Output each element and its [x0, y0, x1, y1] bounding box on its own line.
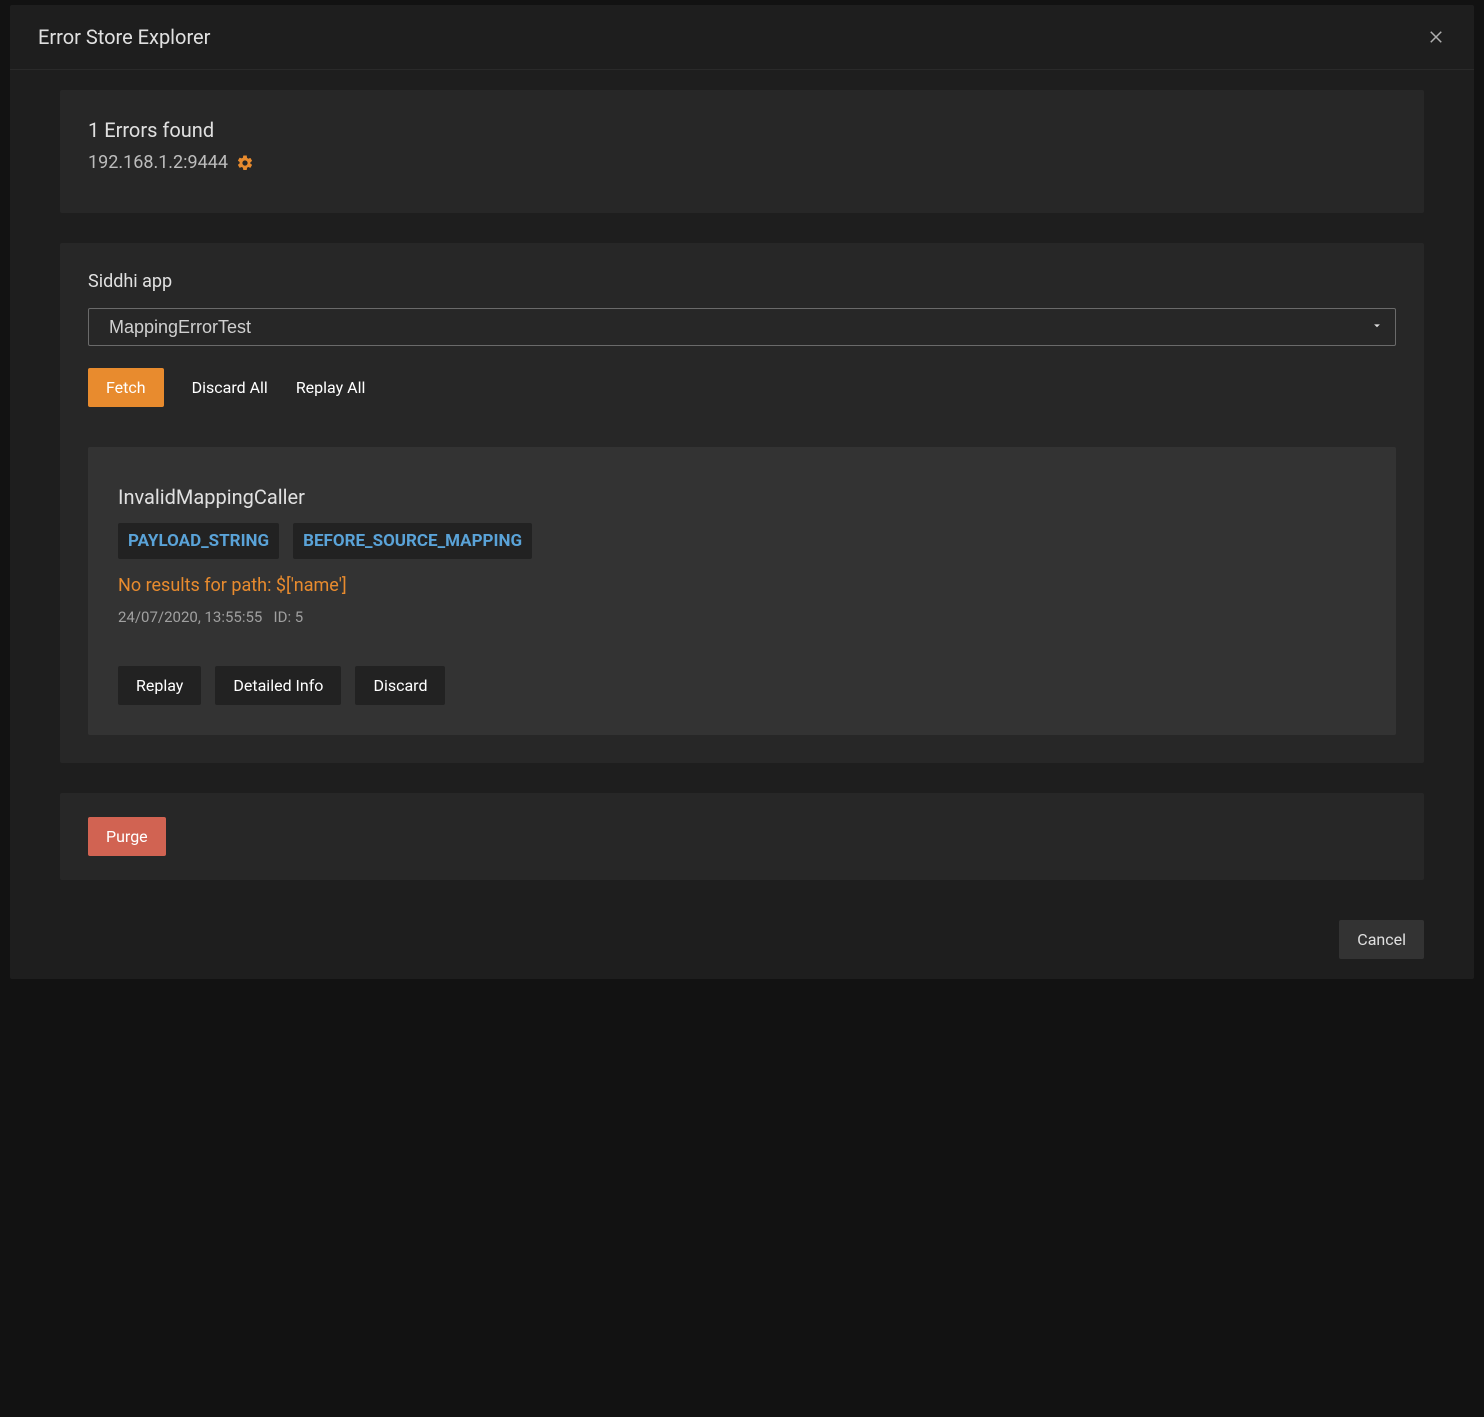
dialog-footer: Cancel [10, 920, 1474, 979]
error-message: No results for path: $['name'] [118, 575, 1366, 596]
error-title: InvalidMappingCaller [118, 485, 1366, 509]
app-actions: Fetch Discard All Replay All [88, 368, 1396, 407]
discard-button[interactable]: Discard [355, 666, 445, 705]
app-section-label: Siddhi app [88, 271, 1396, 292]
cancel-button[interactable]: Cancel [1339, 920, 1424, 959]
fetch-button[interactable]: Fetch [88, 368, 164, 407]
gear-icon[interactable] [236, 154, 254, 172]
detailed-info-button[interactable]: Detailed Info [215, 666, 341, 705]
error-card-actions: Replay Detailed Info Discard [118, 666, 1366, 705]
error-tags: PAYLOAD_STRING BEFORE_SOURCE_MAPPING [118, 523, 1366, 559]
app-select-wrap: MappingErrorTest [88, 308, 1396, 346]
dialog-body: 1 Errors found 192.168.1.2:9444 Siddhi a… [10, 70, 1474, 920]
summary-panel: 1 Errors found 192.168.1.2:9444 [60, 90, 1424, 213]
error-card: InvalidMappingCaller PAYLOAD_STRING BEFO… [88, 447, 1396, 735]
close-icon[interactable] [1426, 27, 1446, 47]
dialog-title: Error Store Explorer [38, 25, 210, 49]
app-panel: Siddhi app MappingErrorTest Fetch Discar… [60, 243, 1424, 763]
host-text: 192.168.1.2:9444 [88, 152, 228, 173]
purge-button[interactable]: Purge [88, 817, 166, 856]
host-row: 192.168.1.2:9444 [88, 152, 1396, 173]
errors-found-text: 1 Errors found [88, 118, 1396, 142]
dialog-header: Error Store Explorer [10, 5, 1474, 70]
error-tag: BEFORE_SOURCE_MAPPING [293, 523, 532, 559]
replay-all-button[interactable]: Replay All [296, 368, 366, 407]
error-meta: 24/07/2020, 13:55:55 ID: 5 [118, 608, 1366, 626]
purge-panel: Purge [60, 793, 1424, 880]
error-id: ID: 5 [274, 608, 304, 626]
replay-button[interactable]: Replay [118, 666, 201, 705]
error-tag: PAYLOAD_STRING [118, 523, 279, 559]
dialog: Error Store Explorer 1 Errors found 192.… [10, 5, 1474, 979]
error-timestamp: 24/07/2020, 13:55:55 [118, 608, 262, 626]
app-select[interactable]: MappingErrorTest [88, 308, 1396, 346]
discard-all-button[interactable]: Discard All [192, 368, 268, 407]
